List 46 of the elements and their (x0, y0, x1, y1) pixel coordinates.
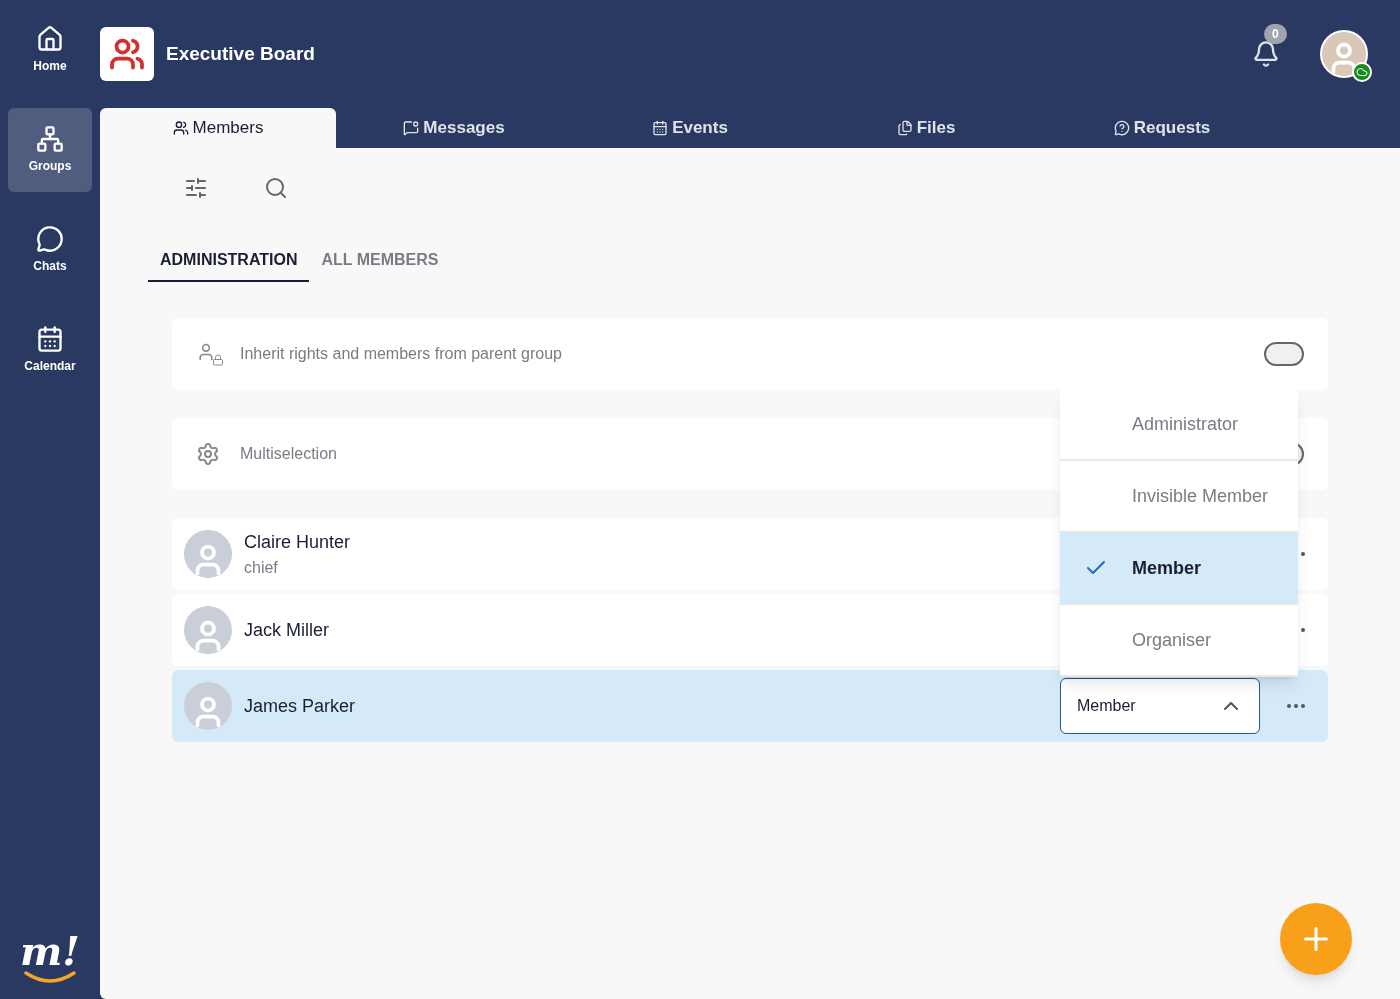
calendar-icon (652, 120, 669, 136)
role-select[interactable]: Member (1060, 678, 1260, 734)
setting-label: Multiselection (240, 444, 337, 464)
member-name: James Parker (244, 694, 356, 718)
tab[interactable]: Requests (1044, 108, 1280, 148)
app-logo: m! (20, 931, 80, 983)
avatar-placeholder (184, 682, 232, 730)
group-title: Executive Board (166, 41, 315, 66)
toggle-switch[interactable] (1264, 342, 1304, 366)
speech-bubble-icon (403, 120, 420, 136)
tab[interactable]: Events (572, 108, 808, 148)
people-icon (172, 120, 189, 136)
sidebar-item[interactable]: Home (8, 8, 92, 92)
avatar-placeholder (184, 530, 232, 578)
filter-icon[interactable] (184, 176, 208, 200)
home-icon (36, 25, 64, 53)
cloud-status-icon (1352, 62, 1372, 82)
group-logo (100, 27, 154, 81)
role-option[interactable]: Member (1060, 533, 1298, 605)
hierarchy-icon (36, 125, 64, 153)
role-option[interactable]: Invisible Member (1060, 461, 1298, 533)
notification-count: 0 (1264, 24, 1287, 44)
tab[interactable]: Messages (336, 108, 572, 148)
search-icon[interactable] (264, 176, 288, 200)
question-bubble-icon (1113, 120, 1130, 136)
subtab[interactable]: ALL MEMBERS (309, 248, 451, 282)
notification-bell-icon[interactable] (1252, 40, 1280, 68)
tab[interactable]: Members (100, 108, 336, 148)
sidebar-item[interactable]: Chats (8, 208, 92, 292)
calendar-icon (36, 325, 64, 353)
role-option[interactable]: Administrator (1060, 389, 1298, 461)
avatar-placeholder (184, 606, 232, 654)
member-name: Claire Hunter (244, 530, 351, 554)
tab[interactable]: Files (808, 108, 1044, 148)
profile-avatar[interactable] (1320, 30, 1368, 78)
subtab[interactable]: ADMINISTRATION (148, 248, 310, 282)
documents-icon (896, 120, 913, 136)
member-role: chief (244, 557, 279, 578)
speech-bubble-icon (36, 225, 64, 253)
sidebar-item[interactable]: Calendar (8, 308, 92, 392)
gear-icon (196, 442, 220, 466)
setting-label: Inherit rights and members from parent group (240, 344, 562, 364)
role-option[interactable]: Organiser (1060, 605, 1298, 677)
member-name: Jack Miller (244, 618, 329, 642)
user-lock-icon (196, 342, 220, 366)
sidebar-item[interactable]: Groups (8, 108, 92, 192)
